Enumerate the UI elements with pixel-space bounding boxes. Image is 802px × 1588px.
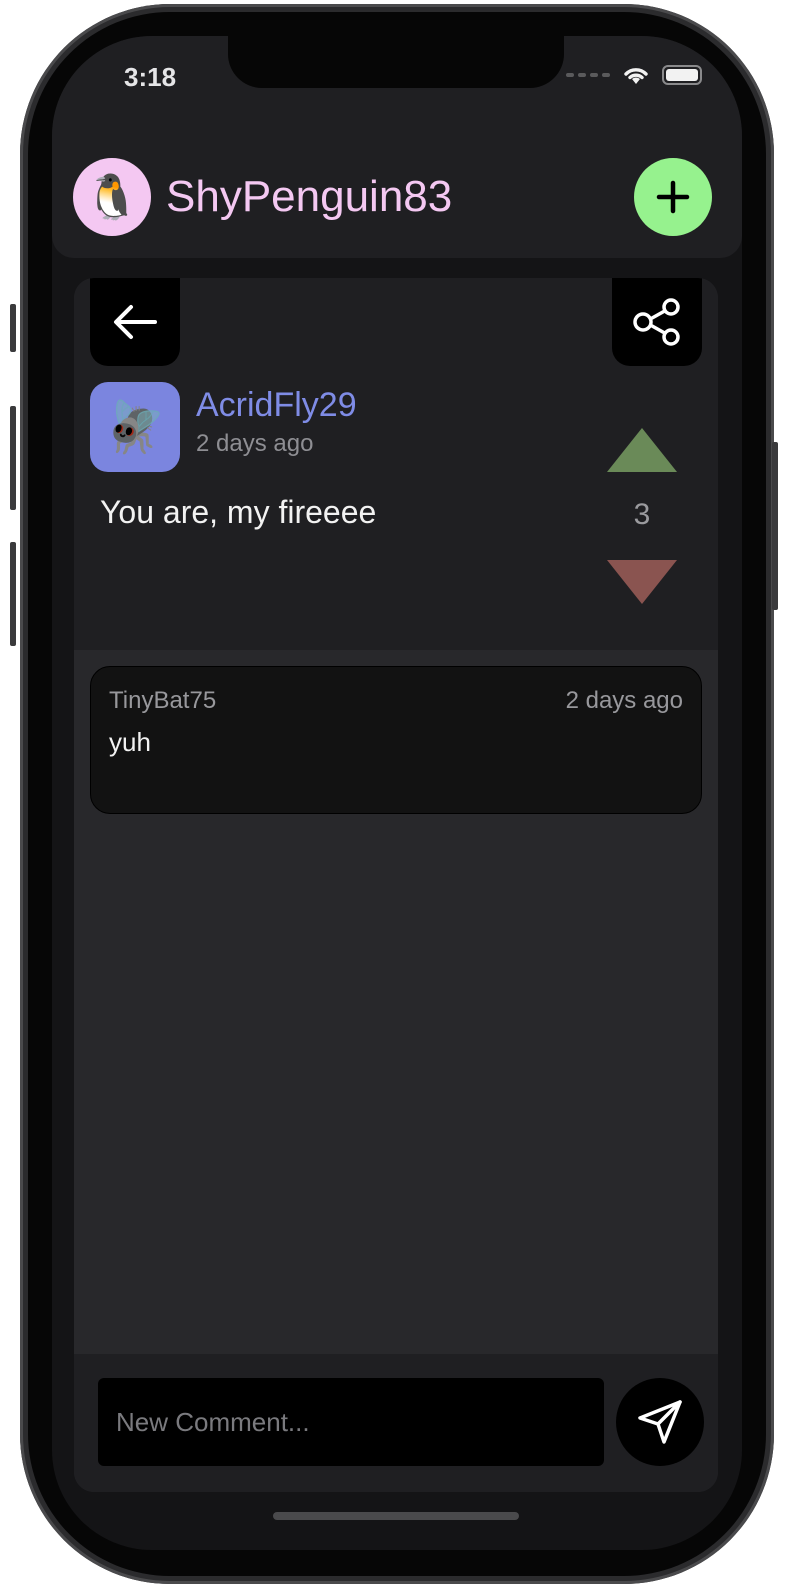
- post-timestamp: 2 days ago: [196, 430, 314, 457]
- send-icon: [638, 1400, 682, 1444]
- comment-composer: [74, 1354, 718, 1492]
- wifi-icon: [624, 68, 648, 84]
- comment-text: yuh: [109, 727, 151, 757]
- side-button-power: [772, 442, 778, 610]
- side-button-volume-up: [10, 406, 16, 510]
- upvote-icon[interactable]: [607, 428, 677, 472]
- home-indicator[interactable]: [273, 1512, 519, 1520]
- app-header: 3:18 🐧 ShyPenguin83: [52, 36, 742, 258]
- post-card: 🪰 AcridFly29 2 days ago You are, my fire…: [74, 278, 718, 1492]
- status-icons: [566, 64, 702, 86]
- arrow-left-icon: [114, 305, 157, 339]
- author-avatar[interactable]: 🪰: [90, 382, 180, 472]
- username-title: ShyPenguin83: [166, 172, 453, 221]
- author-name[interactable]: AcridFly29: [196, 386, 357, 425]
- add-post-button[interactable]: [634, 158, 712, 236]
- send-button[interactable]: [616, 1378, 704, 1466]
- post-text: You are, my fireeee: [100, 494, 377, 530]
- user-avatar[interactable]: 🐧: [73, 158, 151, 236]
- comment-author[interactable]: TinyBat75: [109, 687, 216, 715]
- app-screen: 3:18 🐧 ShyPenguin83 🪰 AcridFly29 2 days …: [52, 36, 742, 1550]
- status-time: 3:18: [124, 62, 177, 92]
- share-icon: [633, 298, 680, 346]
- battery-icon: [662, 65, 702, 85]
- vote-count: 3: [633, 498, 651, 531]
- share-button[interactable]: [612, 278, 702, 366]
- side-button-mute: [10, 304, 16, 352]
- side-button-volume-down: [10, 542, 16, 646]
- comment-timestamp: 2 days ago: [565, 687, 683, 714]
- post-section: 🪰 AcridFly29 2 days ago You are, my fire…: [74, 278, 718, 650]
- plus-icon: [656, 180, 690, 214]
- cellular-signal-icon: [566, 73, 610, 77]
- new-comment-input[interactable]: [98, 1378, 604, 1466]
- comment-item: TinyBat75 2 days ago yuh: [90, 666, 702, 814]
- back-button[interactable]: [90, 278, 180, 366]
- downvote-icon[interactable]: [607, 560, 677, 604]
- notch: [228, 36, 564, 88]
